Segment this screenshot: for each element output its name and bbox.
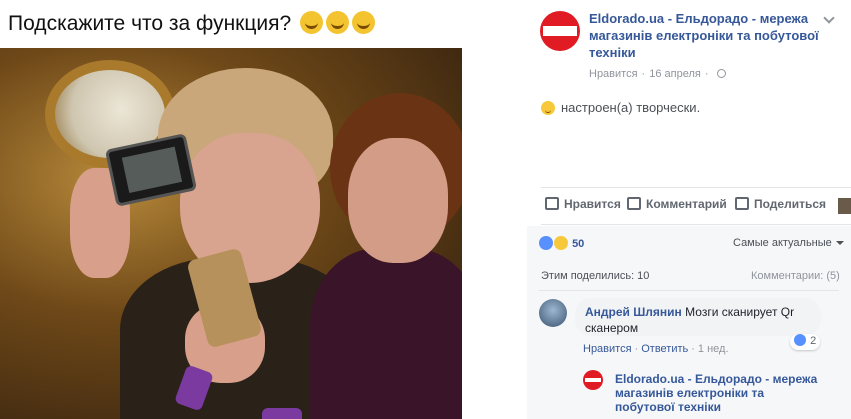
comment-actions: Нравится · Ответить · 1 нед. [583,343,729,355]
photo-scene [0,48,462,419]
comment-button[interactable]: Комментарий [627,197,727,211]
laughing-emoji-icon [352,11,376,34]
reply-author-link[interactable]: Eldorado.ua - Ельдорадо - мережа магазин… [615,372,825,414]
comment-reply-link[interactable]: Ответить [641,343,688,355]
laughing-emoji-icon [300,11,324,34]
comments-count-link[interactable]: Комментарии: (5) [751,270,840,282]
like-reaction-icon [539,236,553,250]
globe-icon [716,69,726,78]
share-button[interactable]: Поделиться [735,197,826,211]
comment-bubble: Андрей Шлянин Мозги сканирует Qr сканеро… [575,298,821,336]
reply-page-avatar[interactable] [583,370,603,390]
photo-caption-text: Подскажите что за функция? [8,12,292,35]
comment-reactions[interactable]: 2 [790,334,821,350]
post-meta: Нравится · 16 апреля · [589,68,726,80]
comment-sort-label: Самые актуальные [733,237,832,249]
thumbs-up-icon [545,197,559,210]
post-photo[interactable]: Подскажите что за функция? [0,0,527,419]
feeling-emoji-icon [541,101,555,115]
like-button-label: Нравится [564,197,621,211]
post-side-panel: Eldorado.ua - Ельдорадо - мережа магазин… [527,0,851,419]
like-button[interactable]: Нравится [545,197,621,211]
photo-caption: Подскажите что за функция? [0,0,470,48]
comment-like-link[interactable]: Нравится [583,343,632,355]
share-button-label: Поделиться [754,197,827,211]
share-arrow-icon [735,197,749,210]
reactions-summary[interactable]: 50 [539,236,584,250]
viewer-avatar[interactable] [838,198,851,214]
comment-sort-dropdown[interactable]: Самые актуальные [733,237,844,249]
feeling-status: настроен(а) творчески. [541,100,700,115]
comment-button-label: Комментарий [646,197,727,211]
laughing-emoji-icon [326,11,350,34]
comment-author-link[interactable]: Андрей Шлянин [585,305,682,319]
divider [539,290,839,291]
eldorado-logo-icon [543,26,577,36]
post-actions-bar: Нравится Комментарий Поделиться [541,187,851,225]
page-title-link[interactable]: Eldorado.ua - Ельдорадо - мережа магазин… [589,10,821,61]
post-header: Eldorado.ua - Ельдорадо - мережа магазин… [527,0,851,90]
commenter-avatar[interactable] [539,299,567,327]
comment-time-link[interactable]: 1 нед. [698,343,729,355]
woman-right-face [348,138,448,263]
caret-down-icon [835,241,844,245]
post-options-chevron-icon[interactable] [823,13,835,25]
feeling-text: настроен(а) творчески. [561,100,701,115]
post-date-link[interactable]: 16 апреля [649,68,701,80]
haha-reaction-icon [554,236,568,250]
like-reaction-icon [794,334,806,346]
comment-reaction-count: 2 [810,335,817,347]
wristband-2 [262,408,302,419]
page-avatar[interactable] [540,11,580,51]
reactions-count: 50 [572,238,585,250]
woman-right-body [310,248,462,419]
shares-count-link[interactable]: Этим поделились: 10 [541,270,649,282]
page-liked-label[interactable]: Нравится [589,68,638,80]
comment-icon [627,197,641,210]
